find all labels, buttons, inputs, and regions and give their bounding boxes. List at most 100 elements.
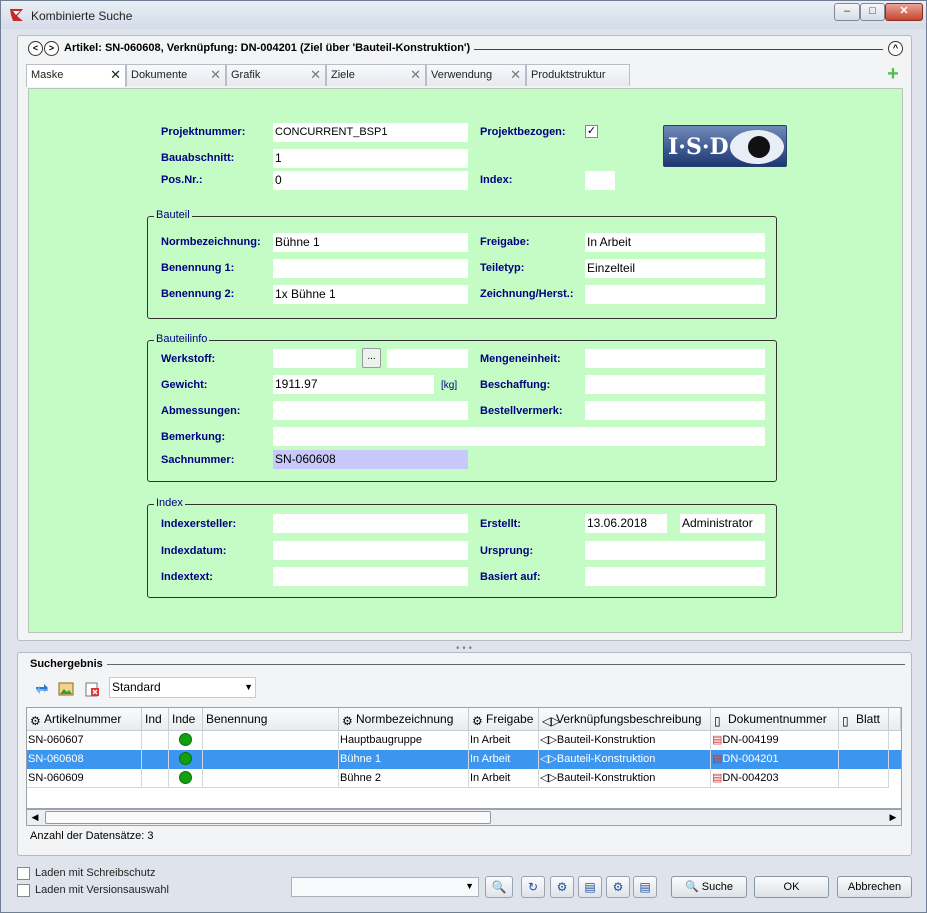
- posnr-field[interactable]: 0: [273, 171, 468, 190]
- tab-verwendung[interactable]: Verwendung ✕: [426, 64, 526, 86]
- indexdatum-field[interactable]: [273, 541, 468, 560]
- scroll-right-icon[interactable]: ▶: [885, 810, 901, 825]
- tab-close-icon[interactable]: ✕: [410, 65, 421, 85]
- table-row[interactable]: SN-060607 Hauptbaugruppe In Arbeit ◁▷Bau…: [27, 731, 901, 750]
- close-button[interactable]: ✕: [885, 3, 923, 21]
- column-header-benennung[interactable]: Benennung: [203, 708, 339, 731]
- document-search-icon[interactable]: ▤: [578, 876, 602, 898]
- config-icon[interactable]: ⚙: [606, 876, 630, 898]
- abmessungen-field[interactable]: [273, 401, 468, 420]
- cell-dokumentnummer: ▤DN-004199: [711, 731, 839, 750]
- schreibschutz-checkbox[interactable]: [17, 867, 30, 880]
- werkstoff-field-2[interactable]: [387, 349, 468, 368]
- cell-blatt: [839, 750, 889, 769]
- sachnummer-label: Sachnummer:: [161, 454, 235, 466]
- normbezeichnung-field[interactable]: Bühne 1: [273, 233, 468, 252]
- cell-inde: [169, 750, 203, 769]
- view-combo[interactable]: Standard ▼: [109, 677, 256, 698]
- tab-close-icon[interactable]: ✕: [110, 65, 121, 85]
- add-tab-icon[interactable]: +: [885, 64, 901, 84]
- gewicht-label: Gewicht:: [161, 379, 208, 391]
- column-header-artikelnummer[interactable]: ⚙ Artikelnummer: [27, 708, 142, 731]
- bottom-combo[interactable]: ▼: [291, 877, 479, 897]
- indexersteller-field[interactable]: [273, 514, 468, 533]
- column-header-more[interactable]: [889, 708, 901, 731]
- column-header-inde[interactable]: Inde: [169, 708, 203, 731]
- tab-label: Produktstruktur: [531, 69, 606, 81]
- article-header: < > Artikel: SN-060608, Verknüpfung: DN-…: [26, 41, 903, 59]
- table-row[interactable]: SN-060609 Bühne 2 In Arbeit ◁▷Bauteil-Ko…: [27, 769, 901, 788]
- search-button[interactable]: 🔍 Suche: [671, 876, 747, 898]
- tab-close-icon[interactable]: ✕: [510, 65, 521, 85]
- mengeneinheit-field[interactable]: [585, 349, 765, 368]
- freigabe-field[interactable]: In Arbeit: [585, 233, 765, 252]
- versionsauswahl-checkbox[interactable]: [17, 884, 30, 897]
- beschaffung-field[interactable]: [585, 375, 765, 394]
- scrollbar-thumb[interactable]: [45, 811, 491, 824]
- tab-close-icon[interactable]: ✕: [310, 65, 321, 85]
- tab-ziele[interactable]: Ziele ✕: [326, 64, 426, 86]
- column-header-label: Benennung: [206, 712, 268, 726]
- column-header-normbezeichnung[interactable]: ⚙ Normbezeichnung: [339, 708, 469, 731]
- zeichnung-field[interactable]: [585, 285, 765, 304]
- ok-button[interactable]: OK: [754, 876, 829, 898]
- tab-close-icon[interactable]: ✕: [210, 65, 221, 85]
- ursprung-field[interactable]: [585, 541, 765, 560]
- column-header-label: Ind: [145, 712, 162, 726]
- bauabschnitt-label: Bauabschnitt:: [161, 152, 235, 164]
- delete-list-icon[interactable]: [84, 681, 100, 697]
- index-field[interactable]: [585, 171, 615, 190]
- search-icon: 🔍: [685, 881, 699, 893]
- reload-icon[interactable]: ↻: [521, 876, 545, 898]
- teiletyp-field[interactable]: Einzelteil: [585, 259, 765, 278]
- table-row-selected[interactable]: SN-060608 Bühne 1 In Arbeit ◁▷Bauteil-Ko…: [27, 750, 901, 769]
- werkstoff-field[interactable]: [273, 349, 356, 368]
- document-list-icon[interactable]: ▤: [633, 876, 657, 898]
- status-dot-icon: [179, 733, 192, 746]
- main-window: Kombinierte Suche ‒ □ ✕ < > Artikel: SN-…: [0, 0, 927, 913]
- tab-dokumente[interactable]: Dokumente ✕: [126, 64, 226, 86]
- bauabschnitt-field[interactable]: 1: [273, 149, 468, 168]
- erstellt-user-field[interactable]: Administrator: [680, 514, 765, 533]
- chevron-down-icon[interactable]: ▼: [244, 678, 253, 697]
- scroll-left-icon[interactable]: ◀: [27, 810, 43, 825]
- column-header-verknuepfung[interactable]: ◁▷Verknüpfungsbeschreibung: [539, 708, 711, 731]
- bestellvermerk-field[interactable]: [585, 401, 765, 420]
- tab-produktstruktur[interactable]: Produktstruktur: [526, 64, 630, 86]
- column-header-blatt[interactable]: ▯ Blatt: [839, 708, 889, 731]
- column-header-dokumentnummer[interactable]: ▯ Dokumentnummer: [711, 708, 839, 731]
- chevron-down-icon[interactable]: ▼: [465, 881, 474, 891]
- settings-icon[interactable]: ⚙: [550, 876, 574, 898]
- basiert-field[interactable]: [585, 567, 765, 586]
- cell-ind: [142, 750, 169, 769]
- cell-inde: [169, 769, 203, 788]
- benennung1-field[interactable]: [273, 259, 468, 278]
- projektbezogen-checkbox[interactable]: ✓: [585, 125, 598, 138]
- column-header-freigabe[interactable]: ⚙ Freigabe: [469, 708, 539, 731]
- tab-grafik[interactable]: Grafik ✕: [226, 64, 326, 86]
- column-header-ind[interactable]: Ind: [142, 708, 169, 731]
- cancel-button[interactable]: Abbrechen: [837, 876, 912, 898]
- gewicht-field[interactable]: 1911.97: [273, 375, 434, 394]
- back-icon[interactable]: <: [28, 41, 43, 56]
- minimize-button[interactable]: ‒: [834, 3, 860, 21]
- refresh-arrows-icon[interactable]: [34, 681, 50, 697]
- benennung2-field[interactable]: 1x Bühne 1: [273, 285, 468, 304]
- collapse-icon[interactable]: ^: [888, 41, 903, 56]
- forward-icon[interactable]: >: [44, 41, 59, 56]
- status-dot-icon: [179, 771, 192, 784]
- erstellt-date-field[interactable]: 13.06.2018: [585, 514, 667, 533]
- image-icon[interactable]: [58, 681, 74, 697]
- window-title: Kombinierte Suche: [31, 9, 133, 23]
- search-options-icon[interactable]: 🔍: [485, 876, 513, 898]
- projektnummer-field[interactable]: CONCURRENT_BSP1: [273, 123, 468, 142]
- indextext-field[interactable]: [273, 567, 468, 586]
- horizontal-scrollbar[interactable]: ◀ ▶: [26, 809, 902, 826]
- maximize-button[interactable]: □: [860, 3, 885, 21]
- tab-maske[interactable]: Maske ✕: [26, 64, 126, 87]
- bauteilinfo-group-title: Bauteilinfo: [154, 333, 210, 345]
- column-header-label: Dokumentnummer: [728, 712, 827, 726]
- bemerkung-field[interactable]: [273, 427, 765, 446]
- tab-label: Verwendung: [431, 69, 493, 81]
- werkstoff-browse-button[interactable]: ...: [362, 348, 381, 368]
